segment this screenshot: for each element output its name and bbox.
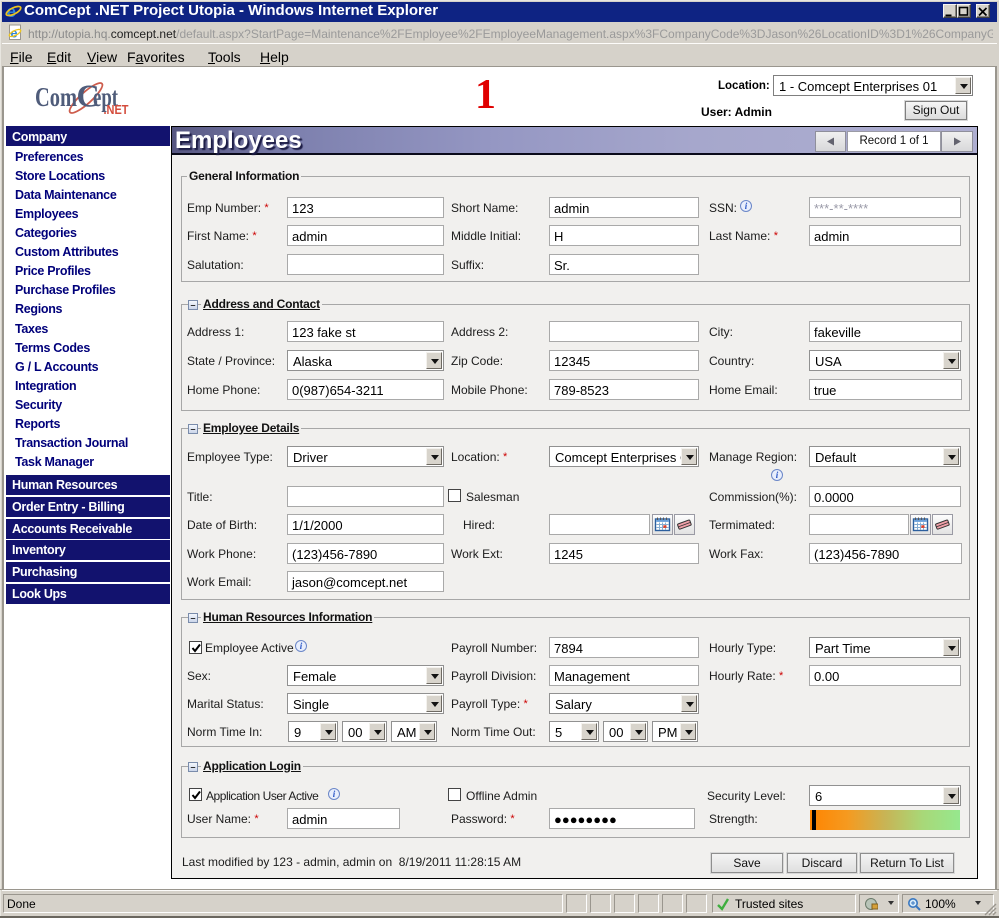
svg-text:Com: Com (35, 82, 77, 112)
svg-text:e: e (11, 27, 18, 41)
svg-text:.NET: .NET (104, 102, 129, 117)
